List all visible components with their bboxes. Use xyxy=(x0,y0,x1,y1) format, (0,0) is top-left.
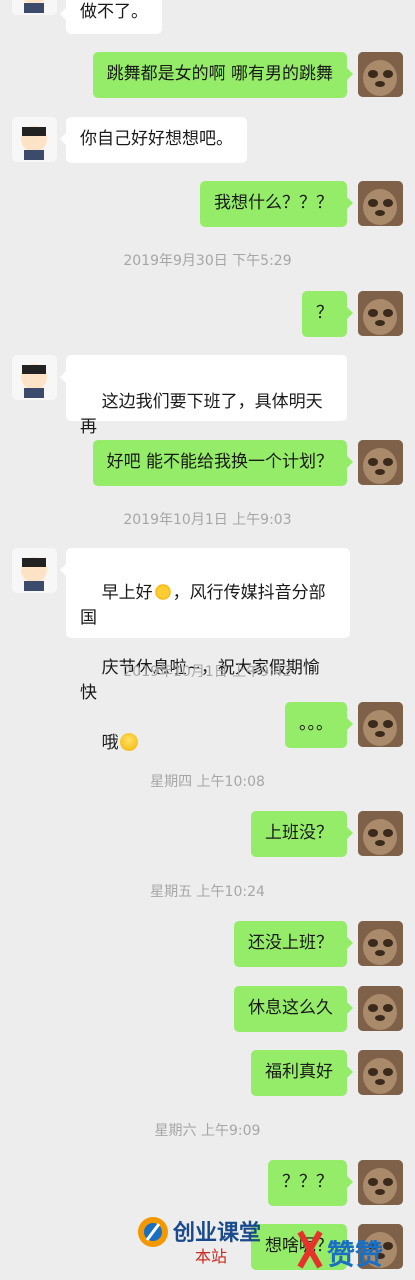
timestamp: 2019年10月1日 上午9:03 xyxy=(123,512,292,528)
timestamp: 2019年9月30日 下午5:29 xyxy=(123,253,292,269)
chat-bubble: 做不了。 xyxy=(60,0,162,34)
chat-bubble: 还没上班？ xyxy=(234,921,353,967)
timestamp: 星期五 上午10:24 xyxy=(150,884,265,900)
chat-bubble: 这边我们要下班了，具体明天再 聊哈 xyxy=(60,355,347,487)
user-avatar[interactable] xyxy=(358,291,403,336)
user-avatar[interactable] xyxy=(358,1050,403,1095)
contact-avatar[interactable] xyxy=(12,117,57,162)
message-text: 早上好 xyxy=(101,583,153,603)
user-avatar[interactable] xyxy=(358,811,403,856)
chat-bubble: ？？？ xyxy=(268,1160,353,1206)
chat-bubble: 福利真好 xyxy=(251,1050,353,1096)
contact-avatar[interactable] xyxy=(12,0,57,15)
sun-emoji-icon xyxy=(153,583,172,601)
chat-bubble: 。。。 xyxy=(285,702,353,748)
chat-bubble: 我想什么？？？ xyxy=(200,181,353,227)
user-avatar[interactable] xyxy=(358,440,403,485)
timestamp: 星期六 上午9:09 xyxy=(154,1123,261,1139)
user-avatar[interactable] xyxy=(358,702,403,747)
watermark: 创业课堂 本站 赞赞 xyxy=(135,1212,415,1272)
brand-name: 创业课堂 xyxy=(172,1220,261,1246)
user-avatar[interactable] xyxy=(358,181,403,226)
site-note: 本站 xyxy=(195,1247,227,1266)
chat-bubble: 上班没？ xyxy=(251,811,353,857)
chat-bubble: ？ xyxy=(302,291,353,337)
smile-emoji-icon xyxy=(119,733,138,751)
user-avatar[interactable] xyxy=(358,1160,403,1205)
brand-logo-icon xyxy=(138,1217,168,1247)
chat-bubble: 跳舞都是女的啊 哪有男的跳舞 xyxy=(92,52,354,98)
timestamp: 星期四 上午10:08 xyxy=(150,774,265,790)
timestamp: 2019年10月1日 上午9:42 xyxy=(123,664,292,680)
user-avatar[interactable] xyxy=(358,921,403,966)
user-avatar[interactable] xyxy=(358,52,403,97)
chat-bubble: 你自己好好想想吧。 xyxy=(60,117,247,163)
site-logo-text: 赞赞 xyxy=(326,1238,383,1271)
chat-bubble: 早上好 ，风行传媒抖音分部国 庆节休息啦~，祝大家假期愉快 哦 xyxy=(60,548,350,753)
contact-avatar[interactable] xyxy=(12,355,57,400)
site-logo-icon xyxy=(297,1230,323,1269)
contact-avatar[interactable] xyxy=(12,548,57,593)
chat-bubble: 休息这么久 xyxy=(234,986,353,1032)
message-text: 哦 xyxy=(101,733,119,753)
user-avatar[interactable] xyxy=(358,986,403,1031)
chat-bubble: 好吧 能不能给我换一个计划？ xyxy=(92,440,354,486)
message-text: 这边我们要下班了，具体明天再 xyxy=(80,392,323,437)
